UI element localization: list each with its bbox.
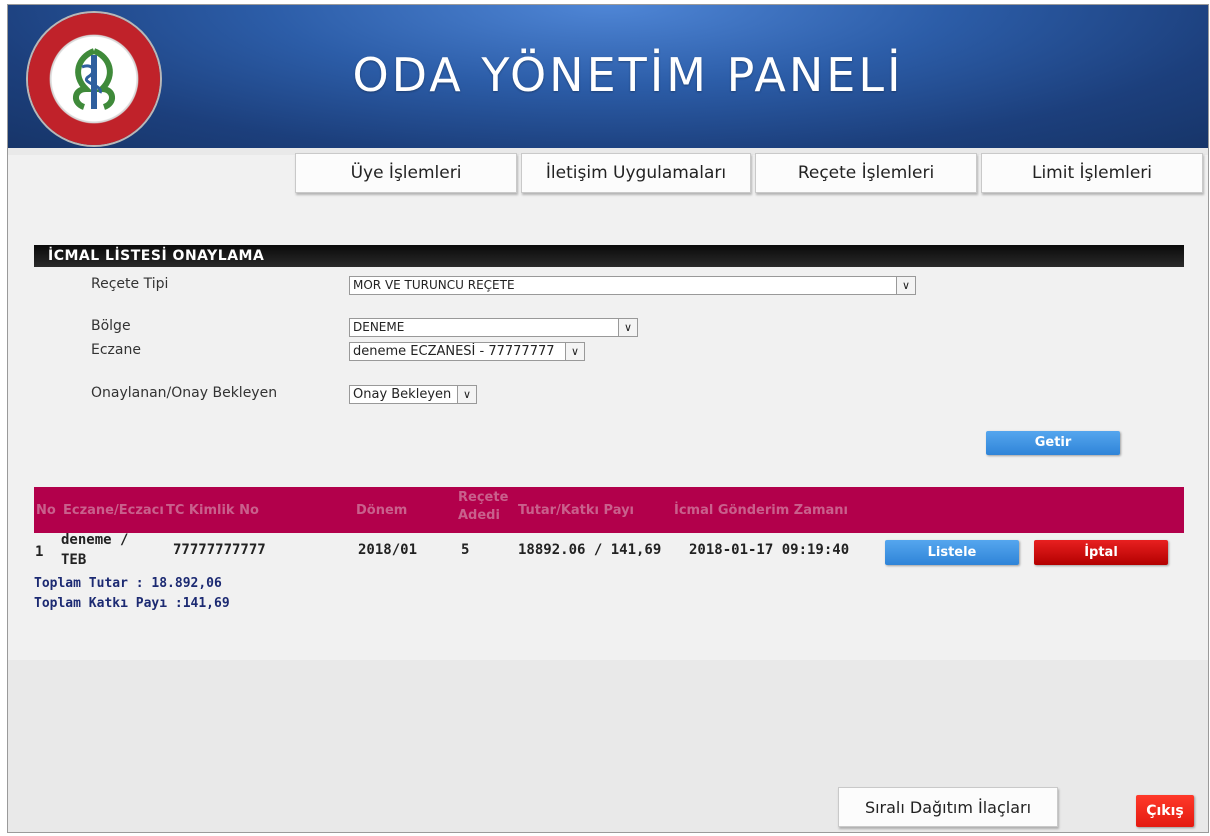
onay-label: Onaylanan/Onay Bekleyen bbox=[91, 385, 278, 401]
th-tutar: Tutar/Katkı Payı bbox=[518, 503, 635, 518]
chevron-down-icon: ∨ bbox=[896, 277, 915, 294]
cell-adet: 5 bbox=[461, 542, 470, 558]
bolge-label: Bölge bbox=[91, 318, 131, 334]
cell-eczane-line1: deneme / bbox=[61, 532, 129, 548]
th-adet: Reçete Adedi bbox=[458, 490, 509, 523]
th-tc: TC Kimlik No bbox=[166, 503, 259, 518]
recete-tipi-value: MOR VE TURUNCU REÇETE bbox=[353, 278, 515, 292]
getir-button[interactable]: Getir bbox=[986, 431, 1120, 455]
cell-donem: 2018/01 bbox=[358, 542, 418, 558]
nav-iletisim-uygulamalari[interactable]: İletişim Uygulamaları bbox=[521, 153, 751, 193]
nav-uye-islemleri[interactable]: Üye İşlemleri bbox=[295, 153, 517, 193]
listele-button[interactable]: Listele bbox=[885, 540, 1019, 565]
app-frame: ODA YÖNETİM PANELİ Üye İşlemleri İletişi… bbox=[7, 4, 1209, 833]
eczane-label: Eczane bbox=[91, 342, 141, 358]
th-donem: Dönem bbox=[356, 503, 408, 518]
main-nav: Üye İşlemleri İletişim Uygulamaları Reçe… bbox=[8, 153, 1208, 195]
onay-value: Onay Bekleyen bbox=[353, 387, 452, 402]
header-banner: ODA YÖNETİM PANELİ bbox=[8, 5, 1208, 148]
recete-tipi-select[interactable]: MOR VE TURUNCU REÇETE ∨ bbox=[349, 276, 916, 295]
cell-no: 1 bbox=[35, 544, 44, 560]
sirali-dagitim-ilaclari-button[interactable]: Sıralı Dağıtım İlaçları bbox=[838, 787, 1058, 827]
onay-select[interactable]: Onay Bekleyen ∨ bbox=[349, 385, 477, 404]
bolge-select[interactable]: DENEME ∨ bbox=[349, 318, 638, 337]
cell-tutar: 18892.06 / 141,69 bbox=[518, 542, 662, 558]
page-title: ODA YÖNETİM PANELİ bbox=[352, 48, 904, 102]
bolge-value: DENEME bbox=[353, 320, 405, 334]
eczane-value: deneme ECZANESİ - 77777777 bbox=[353, 344, 555, 359]
cikis-button[interactable]: Çıkış bbox=[1136, 795, 1194, 827]
section-title: İCMAL LİSTESİ ONAYLAMA bbox=[34, 245, 1184, 267]
th-eczane: Eczane/Eczacı bbox=[63, 503, 164, 518]
table-header: No Eczane/Eczacı TC Kimlik No Dönem Reçe… bbox=[34, 487, 1184, 533]
toplam-tutar: Toplam Tutar : 18.892,06 bbox=[34, 576, 222, 591]
chevron-down-icon: ∨ bbox=[457, 386, 476, 403]
chevron-down-icon: ∨ bbox=[565, 343, 584, 360]
nav-recete-islemleri[interactable]: Reçete İşlemleri bbox=[755, 153, 977, 193]
cell-zaman: 2018-01-17 09:19:40 bbox=[689, 542, 850, 558]
toplam-katki-payi: Toplam Katkı Payı :141,69 bbox=[34, 596, 230, 611]
nav-limit-islemleri[interactable]: Limit İşlemleri bbox=[981, 153, 1203, 193]
cell-eczane-line2: TEB bbox=[61, 552, 87, 568]
eczane-select[interactable]: deneme ECZANESİ - 77777777 ∨ bbox=[349, 342, 585, 361]
th-zaman: İcmal Gönderim Zamanı bbox=[674, 503, 848, 518]
chevron-down-icon: ∨ bbox=[618, 319, 637, 336]
recete-tipi-label: Reçete Tipi bbox=[91, 276, 169, 292]
th-no: No bbox=[36, 503, 56, 518]
iptal-button[interactable]: İptal bbox=[1034, 540, 1168, 565]
cell-tc: 77777777777 bbox=[173, 542, 266, 558]
